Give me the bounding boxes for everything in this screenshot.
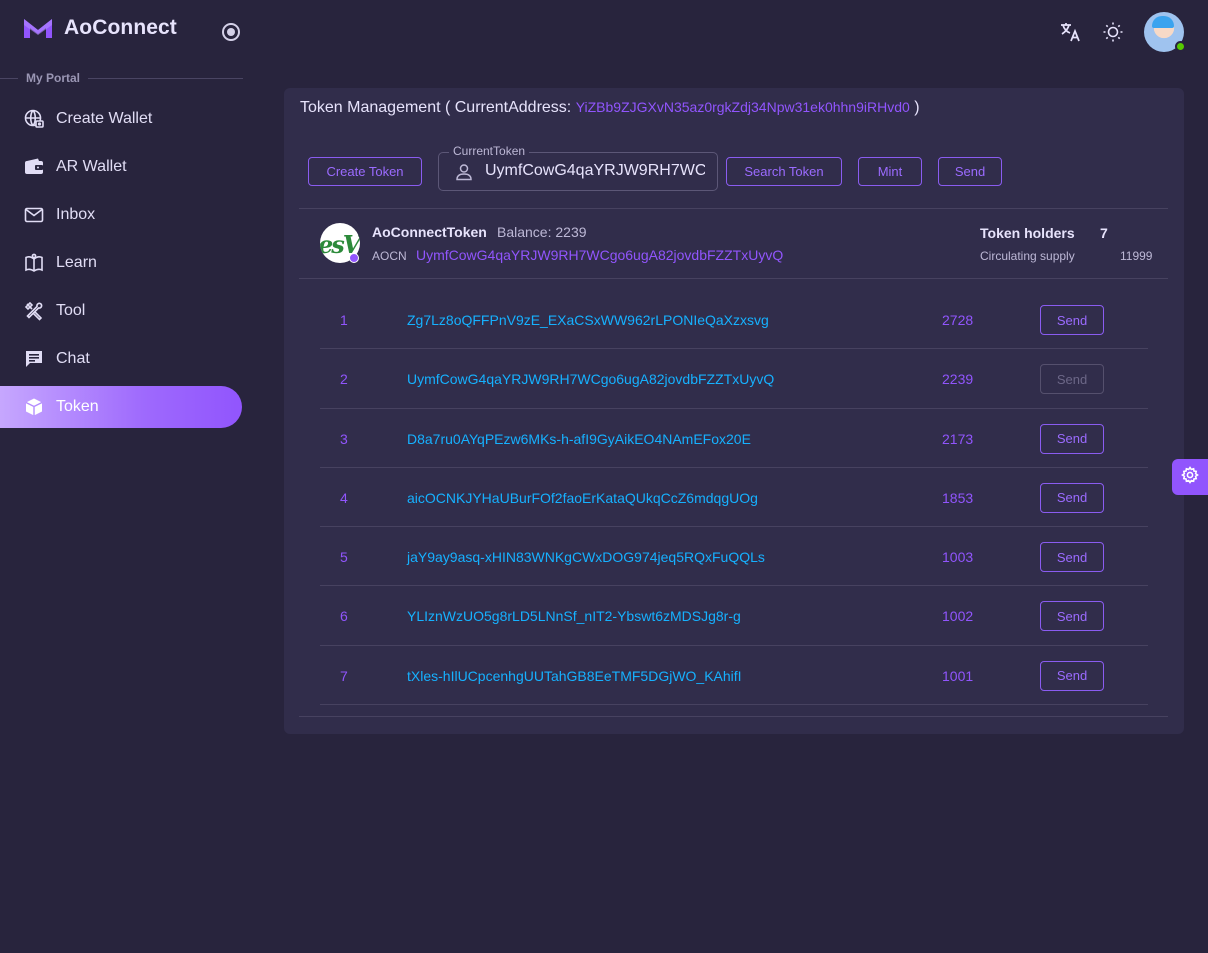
current-address[interactable]: YiZBb9ZJGXvN35az0rgkZdj34Npw31ek0hhn9iRH… [576, 99, 910, 115]
send-button[interactable]: Send [938, 157, 1002, 186]
token-address[interactable]: UymfCowG4qaYRJW9RH7WCgo6ugA82jovdbFZZTxU… [416, 247, 783, 263]
page-title: Token Management ( CurrentAddress: YiZBb… [300, 99, 920, 116]
current-token-field[interactable]: CurrentToken UymfCowG4qaYRJW9RH7WCgo6ugA… [438, 144, 718, 191]
toolbar: Create Token CurrentToken UymfCowG4qaYRJ… [308, 144, 1168, 192]
header-actions [1058, 12, 1186, 52]
brand[interactable]: AoConnect [22, 16, 177, 40]
row-send-button[interactable]: Send [1040, 423, 1104, 454]
sidebar-item-label: Tool [56, 302, 86, 319]
search-token-button[interactable]: Search Token [726, 157, 842, 186]
holder-address[interactable]: jaY9ay9asq-xHIN83WNKgCWxDOG974jeq5RQxFuQ… [407, 549, 765, 565]
holders-table: 1 Zg7Lz8oQFFPnV9zE_EXaCSxWW962rLPONIeQaX… [320, 290, 1148, 706]
sidebar-item-label: Create Wallet [56, 110, 153, 127]
holder-amount: 2173 [942, 430, 974, 447]
row-send-button[interactable]: Send [1040, 482, 1104, 513]
holder-address[interactable]: UymfCowG4qaYRJW9RH7WCgo6ugA82jovdbFZZTxU… [407, 371, 774, 387]
token-holders-label: Token holders [980, 225, 1075, 241]
table-row: 2 UymfCowG4qaYRJW9RH7WCgo6ugA82jovdbFZZT… [320, 349, 1148, 409]
table-row: 3 D8a7ru0AYqPEzw6MKs-h-afI9GyAikEO4NAmEF… [320, 409, 1148, 468]
sidebar-item-chat[interactable]: Chat [0, 338, 242, 380]
sidebar-item-label: AR Wallet [56, 158, 127, 175]
token-balance: Balance: 2239 [497, 224, 587, 240]
create-token-button[interactable]: Create Token [308, 157, 422, 186]
row-index: 7 [340, 667, 348, 684]
section-label: My Portal [26, 71, 81, 85]
divider [299, 278, 1168, 279]
token-summary: esV AoConnectToken Balance: 2239 AOCN Uy… [320, 223, 1153, 267]
sidebar: AoConnect My Portal Create Wallet AR Wal… [0, 0, 260, 953]
sidebar-item-learn[interactable]: Learn [0, 242, 242, 284]
row-index: 6 [340, 608, 348, 625]
table-row: 5 jaY9ay9asq-xHIN83WNKgCWxDOG974jeq5RQxF… [320, 527, 1148, 587]
tools-icon [24, 301, 44, 321]
row-index: 2 [340, 371, 348, 388]
mint-button[interactable]: Mint [858, 157, 922, 186]
holder-address[interactable]: tXles-hIlUCpcenhgUUTahGB8EeTMF5DGjWO_KAh… [407, 668, 742, 684]
sidebar-item-tool[interactable]: Tool [0, 290, 242, 332]
row-index: 5 [340, 549, 348, 566]
current-token-label: CurrentToken [449, 144, 530, 158]
table-row: 6 YLIznWzUO5g8rLD5LNnSf_nIT2-Ybswt6zMDSJ… [320, 586, 1148, 646]
holder-amount: 2239 [942, 371, 974, 388]
sidebar-item-create-wallet[interactable]: Create Wallet [0, 98, 242, 140]
cube-icon [24, 397, 44, 417]
circulating-supply-value: 11999 [1120, 249, 1153, 263]
holder-amount: 1002 [942, 608, 974, 625]
table-row: 4 aicOCNKJYHaUBurFOf2faoErKataQUkqCcZ6md… [320, 468, 1148, 528]
sidebar-item-label: Learn [56, 254, 97, 271]
sidebar-item-label: Chat [56, 350, 90, 367]
sidebar-item-token[interactable]: Token [0, 386, 242, 428]
sidebar-item-label: Token [56, 398, 99, 415]
gear-icon [1181, 465, 1199, 489]
online-status-badge [1175, 41, 1186, 52]
wallet-plus-icon [24, 109, 44, 129]
row-send-button[interactable]: Send [1040, 601, 1104, 632]
app-name: AoConnect [64, 16, 177, 39]
row-send-button[interactable]: Send [1040, 660, 1104, 691]
avatar[interactable] [1144, 12, 1186, 52]
holder-address[interactable]: aicOCNKJYHaUBurFOf2faoErKataQUkqCcZ6mdqg… [407, 490, 758, 506]
token-status-badge [349, 253, 359, 263]
row-index: 3 [340, 430, 348, 447]
row-index: 1 [340, 312, 348, 328]
divider [299, 208, 1168, 209]
sidebar-toggle-icon[interactable] [222, 23, 240, 41]
mail-icon [24, 205, 44, 225]
holder-amount: 1853 [942, 489, 974, 506]
divider [299, 716, 1168, 717]
sidebar-nav: Create Wallet AR Wallet Inbox Learn Tool [0, 98, 242, 434]
holder-amount: 2728 [942, 312, 974, 328]
token-management-card: Token Management ( CurrentAddress: YiZBb… [284, 88, 1184, 734]
wallet-icon [24, 157, 44, 177]
section-header: My Portal [0, 71, 243, 85]
row-send-button[interactable]: Send [1040, 542, 1104, 573]
holder-address[interactable]: Zg7Lz8oQFFPnV9zE_EXaCSxWW962rLPONIeQaXzx… [407, 312, 769, 328]
theme-toggle-icon[interactable] [1101, 20, 1125, 44]
chat-icon [24, 349, 44, 369]
circulating-supply-label: Circulating supply [980, 249, 1075, 263]
table-row: 7 tXles-hIlUCpcenhgUUTahGB8EeTMF5DGjWO_K… [320, 646, 1148, 706]
token-holders-value: 7 [1100, 225, 1108, 241]
holder-amount: 1001 [942, 667, 974, 684]
sidebar-item-inbox[interactable]: Inbox [0, 194, 242, 236]
row-send-button: Send [1040, 364, 1104, 395]
token-symbol: AOCN [372, 249, 407, 263]
holder-amount: 1003 [942, 549, 974, 566]
table-row: 1 Zg7Lz8oQFFPnV9zE_EXaCSxWW962rLPONIeQaX… [320, 290, 1148, 350]
sidebar-item-label: Inbox [56, 206, 96, 223]
customizer-button[interactable] [1172, 459, 1208, 495]
holder-address[interactable]: D8a7ru0AYqPEzw6MKs-h-afI9GyAikEO4NAmEFox… [407, 431, 751, 447]
person-icon [455, 163, 473, 186]
book-icon [24, 253, 44, 273]
token-name: AoConnectToken [372, 224, 487, 240]
holder-address[interactable]: YLIznWzUO5g8rLD5LNnSf_nIT2-Ybswt6zMDSJg8… [407, 608, 741, 624]
row-send-button[interactable]: Send [1040, 305, 1104, 335]
sidebar-item-ar-wallet[interactable]: AR Wallet [0, 146, 242, 188]
current-token-input[interactable]: UymfCowG4qaYRJW9RH7WCgo6ugA82jovdbFZZTxU… [485, 162, 705, 180]
row-index: 4 [340, 489, 348, 506]
translate-icon[interactable] [1058, 20, 1082, 44]
logo-icon [24, 19, 52, 38]
